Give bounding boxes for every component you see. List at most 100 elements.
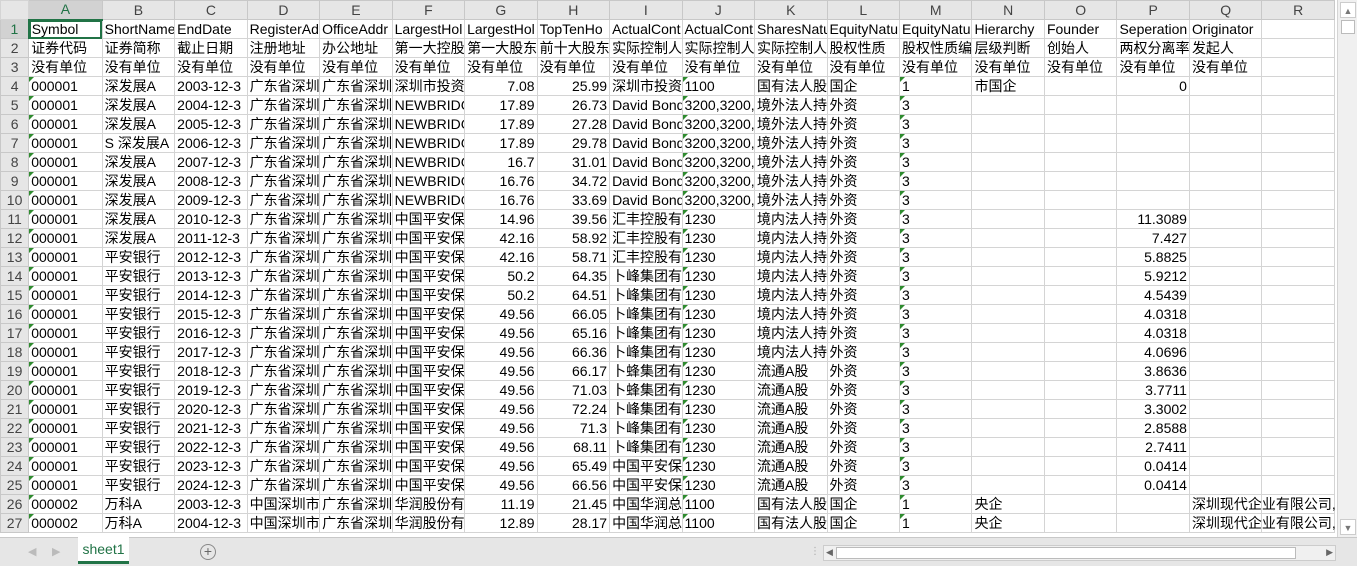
cell-A3[interactable]: 没有单位: [28, 57, 103, 77]
cell-R9[interactable]: [1261, 171, 1335, 191]
cell-B1[interactable]: ShortName: [101, 19, 176, 39]
row-header[interactable]: 5: [0, 95, 30, 115]
cell-I9[interactable]: David Bond: [609, 171, 683, 191]
cell-I13[interactable]: 汇丰控股有: [609, 247, 683, 267]
cell-P20[interactable]: 3.7711: [1116, 380, 1190, 400]
cell-P10[interactable]: [1116, 190, 1190, 210]
cell-J20[interactable]: 1230: [681, 380, 756, 400]
cell-J10[interactable]: 3200,3200,: [681, 190, 756, 210]
cell-I16[interactable]: 卜峰集团有: [609, 304, 683, 324]
cell-P17[interactable]: 4.0318: [1116, 323, 1190, 343]
cell-C21[interactable]: 2020-12-3: [174, 399, 248, 419]
cell-C13[interactable]: 2012-12-3: [174, 247, 248, 267]
cell-I27[interactable]: 中国华润总: [609, 513, 683, 533]
cell-E7[interactable]: 广东省深圳: [319, 133, 393, 153]
column-header-M[interactable]: M: [898, 0, 973, 20]
cell-M4[interactable]: 1: [898, 76, 973, 96]
cell-M21[interactable]: 3: [898, 399, 973, 419]
cell-C1[interactable]: EndDate: [174, 19, 248, 39]
cell-J25[interactable]: 1230: [681, 475, 756, 495]
cell-C26[interactable]: 2003-12-3: [174, 494, 248, 514]
cell-N23[interactable]: [971, 437, 1045, 457]
cell-P6[interactable]: [1116, 114, 1190, 134]
cell-E3[interactable]: 没有单位: [319, 57, 393, 77]
cell-I24[interactable]: 中国平安保: [609, 456, 683, 476]
cell-C20[interactable]: 2019-12-3: [174, 380, 248, 400]
cell-O10[interactable]: [1043, 190, 1118, 210]
cell-D26[interactable]: 中国深圳市: [246, 494, 321, 514]
cell-F23[interactable]: 中国平安保: [391, 437, 466, 457]
cell-K1[interactable]: SharesNatu: [754, 19, 828, 39]
cell-L25[interactable]: 外资: [826, 475, 901, 495]
cell-N1[interactable]: Hierarchy: [971, 19, 1045, 39]
cell-O13[interactable]: [1043, 247, 1118, 267]
cell-H21[interactable]: 72.24: [536, 399, 611, 419]
cell-D21[interactable]: 广东省深圳: [246, 399, 321, 419]
cell-L4[interactable]: 国企: [826, 76, 901, 96]
cell-F15[interactable]: 中国平安保: [391, 285, 466, 305]
cell-C19[interactable]: 2018-12-3: [174, 361, 248, 381]
cell-P4[interactable]: 0: [1116, 76, 1190, 96]
cell-G16[interactable]: 49.56: [464, 304, 538, 324]
cell-A20[interactable]: 000001: [28, 380, 103, 400]
cell-K8[interactable]: 境外法人持: [754, 152, 828, 172]
cell-I23[interactable]: 卜峰集团有: [609, 437, 683, 457]
cell-H22[interactable]: 71.3: [536, 418, 611, 438]
cell-I4[interactable]: 深圳市投资: [609, 76, 683, 96]
column-header-I[interactable]: I: [609, 0, 683, 20]
cell-Q10[interactable]: [1188, 190, 1263, 210]
column-header-D[interactable]: D: [246, 0, 321, 20]
cell-M22[interactable]: 3: [898, 418, 973, 438]
cell-A21[interactable]: 000001: [28, 399, 103, 419]
column-header-H[interactable]: H: [536, 0, 611, 20]
cell-A18[interactable]: 000001: [28, 342, 103, 362]
cell-C12[interactable]: 2011-12-3: [174, 228, 248, 248]
cell-H11[interactable]: 39.56: [536, 209, 611, 229]
cell-O18[interactable]: [1043, 342, 1118, 362]
cell-Q12[interactable]: [1188, 228, 1263, 248]
cell-D14[interactable]: 广东省深圳: [246, 266, 321, 286]
cell-K24[interactable]: 流通A股: [754, 456, 828, 476]
cell-N3[interactable]: 没有单位: [971, 57, 1045, 77]
cell-K20[interactable]: 流通A股: [754, 380, 828, 400]
column-header-O[interactable]: O: [1043, 0, 1118, 20]
cell-Q14[interactable]: [1188, 266, 1263, 286]
cell-K3[interactable]: 没有单位: [754, 57, 828, 77]
cell-N16[interactable]: [971, 304, 1045, 324]
cell-R4[interactable]: [1261, 76, 1335, 96]
cell-E23[interactable]: 广东省深圳: [319, 437, 393, 457]
cell-R22[interactable]: [1261, 418, 1335, 438]
cell-D4[interactable]: 广东省深圳: [246, 76, 321, 96]
cell-I12[interactable]: 汇丰控股有: [609, 228, 683, 248]
cell-O6[interactable]: [1043, 114, 1118, 134]
column-header-L[interactable]: L: [826, 0, 901, 20]
cell-O25[interactable]: [1043, 475, 1118, 495]
cell-H23[interactable]: 68.11: [536, 437, 611, 457]
cell-G8[interactable]: 16.7: [464, 152, 538, 172]
cell-J3[interactable]: 没有单位: [681, 57, 756, 77]
column-header-R[interactable]: R: [1261, 0, 1335, 20]
cell-D19[interactable]: 广东省深圳: [246, 361, 321, 381]
cell-C7[interactable]: 2006-12-3: [174, 133, 248, 153]
row-header[interactable]: 2: [0, 38, 30, 58]
cell-M25[interactable]: 3: [898, 475, 973, 495]
cell-B5[interactable]: 深发展A: [101, 95, 176, 115]
column-header-B[interactable]: B: [101, 0, 176, 20]
cell-P11[interactable]: 11.3089: [1116, 209, 1190, 229]
cell-N21[interactable]: [971, 399, 1045, 419]
cell-M3[interactable]: 没有单位: [898, 57, 973, 77]
scroll-up-arrow-icon[interactable]: ▲: [1340, 2, 1356, 18]
cell-C2[interactable]: 截止日期: [174, 38, 248, 58]
cell-F7[interactable]: NEWBRIDG: [391, 133, 466, 153]
cell-F25[interactable]: 中国平安保: [391, 475, 466, 495]
cell-F16[interactable]: 中国平安保: [391, 304, 466, 324]
cell-O14[interactable]: [1043, 266, 1118, 286]
cell-H14[interactable]: 64.35: [536, 266, 611, 286]
cell-N14[interactable]: [971, 266, 1045, 286]
cell-G9[interactable]: 16.76: [464, 171, 538, 191]
cell-K4[interactable]: 国有法人股: [754, 76, 828, 96]
cell-B15[interactable]: 平安银行: [101, 285, 176, 305]
cell-D17[interactable]: 广东省深圳: [246, 323, 321, 343]
scroll-down-arrow-icon[interactable]: ▼: [1340, 519, 1356, 535]
cell-F3[interactable]: 没有单位: [391, 57, 466, 77]
